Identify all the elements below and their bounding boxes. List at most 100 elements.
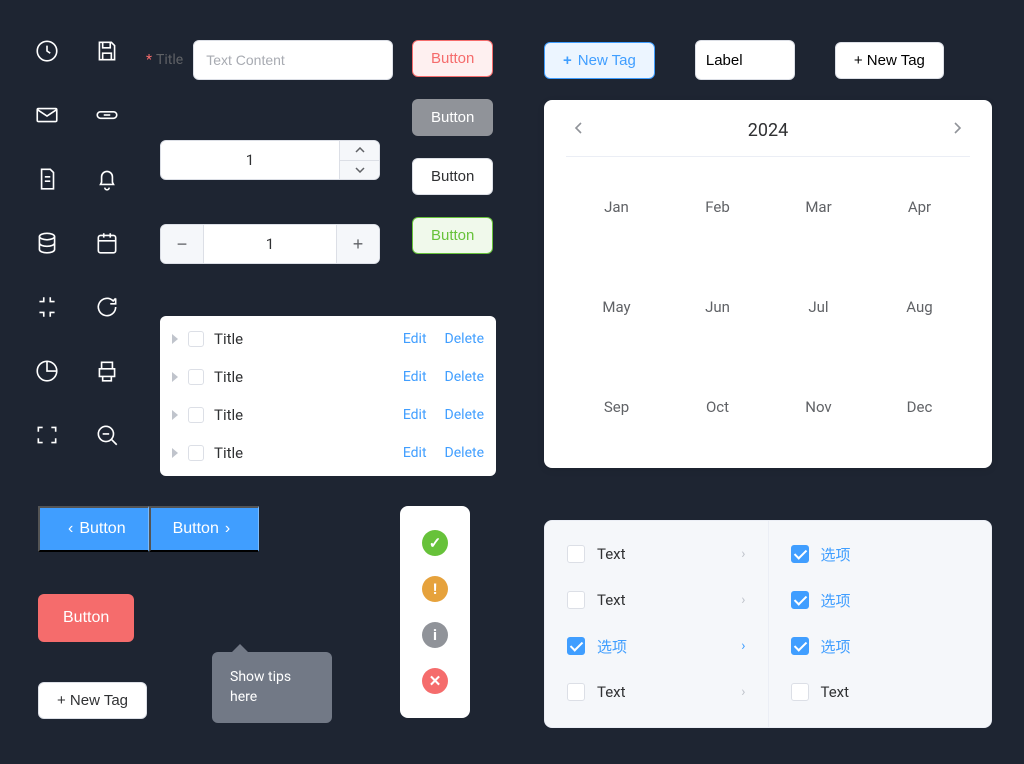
tree-edit-link[interactable]: Edit [403,331,427,347]
checkbox[interactable] [791,545,809,563]
tree-row[interactable]: Title Edit Delete [160,358,496,396]
save-icon [94,38,120,64]
chevron-right-icon: › [741,546,745,562]
tree-delete-link[interactable]: Delete [445,369,484,385]
checkbox[interactable] [567,637,585,655]
transfer-item[interactable]: 选项 [769,531,992,577]
button-info-solid[interactable]: Button [412,99,493,136]
tree-edit-link[interactable]: Edit [403,445,427,461]
number-input-side[interactable]: − 1 + [160,224,380,264]
transfer-item-label: Text [597,683,729,701]
tree-edit-link[interactable]: Edit [403,407,427,423]
checkbox[interactable] [188,407,204,423]
error-icon: ✕ [422,668,448,694]
label-input[interactable] [695,40,795,80]
transfer-item[interactable]: 选项› [545,623,768,669]
plus-icon: + [563,52,572,69]
button-next[interactable]: Button› [149,506,260,552]
month-cell[interactable]: Jan [566,157,667,257]
transfer-item-label: 选项 [821,544,970,565]
month-cell[interactable]: Feb [667,157,768,257]
pie-chart-icon [34,358,60,384]
new-tag-primary-button[interactable]: +New Tag [544,42,655,79]
transfer-item[interactable]: Text › [545,669,768,715]
month-cell[interactable]: Jun [667,257,768,357]
transfer-item-label: Text [597,591,729,609]
transfer-item[interactable]: Text [769,669,992,715]
month-cell[interactable]: Oct [667,357,768,457]
checkbox[interactable] [567,591,585,609]
tree-row-label: Title [214,330,393,348]
checkbox[interactable] [188,331,204,347]
number-input-stacked-value: 1 [161,141,339,179]
month-cell[interactable]: Apr [869,157,970,257]
tree-edit-link[interactable]: Edit [403,369,427,385]
tree-delete-link[interactable]: Delete [445,407,484,423]
clock-icon [34,38,60,64]
checkbox[interactable] [188,445,204,461]
number-minus-button[interactable]: − [161,225,203,263]
button-prev[interactable]: ‹Button [38,506,149,552]
transfer-item[interactable]: 选项 [769,577,992,623]
printer-icon [94,358,120,384]
button-plain[interactable]: Button [412,158,493,195]
number-decrease-button[interactable] [340,160,379,180]
transfer-item[interactable]: Text› [545,531,768,577]
tooltip: Show tips here [212,652,332,723]
checkbox[interactable] [791,591,809,609]
calendar-next-button[interactable] [944,118,970,142]
transfer-item-label: 选项 [821,636,970,657]
caret-right-icon[interactable] [172,372,178,382]
button-group: ‹Button Button› [38,506,259,552]
tree-row-label: Title [214,444,393,462]
month-cell[interactable]: Mar [768,157,869,257]
tree-delete-link[interactable]: Delete [445,445,484,461]
tree-delete-link[interactable]: Delete [445,331,484,347]
number-increase-button[interactable] [340,141,379,160]
number-plus-button[interactable]: + [337,225,379,263]
transfer-left-pane: Text› Text› 选项› Text› [545,521,768,727]
bell-icon [94,166,120,192]
button-success-outline[interactable]: Button [412,217,493,254]
status-icon-panel: ✓ ! i ✕ [400,506,470,718]
number-input-side-value: 1 [203,225,337,263]
checkbox[interactable] [791,683,809,701]
button-danger-solid[interactable]: Button [38,594,134,642]
checkbox[interactable] [567,545,585,563]
month-cell[interactable]: Dec [869,357,970,457]
new-tag-plain-button[interactable]: + New Tag [835,42,944,79]
caret-right-icon[interactable] [172,334,178,344]
transfer-item[interactable]: Text› [545,577,768,623]
tree-row[interactable]: Title Edit Delete [160,320,496,358]
checkbox[interactable] [791,637,809,655]
refresh-icon [94,294,120,320]
database-icon [34,230,60,256]
month-cell[interactable]: Jul [768,257,869,357]
chevron-right-icon: › [741,638,745,654]
transfer-item[interactable]: 选项 [769,623,992,669]
calendar-prev-button[interactable] [566,118,592,142]
new-tag-bottom-button[interactable]: + New Tag [38,682,147,719]
tree-row-label: Title [214,406,393,424]
transfer-item-label: Text [821,683,970,701]
tree-row[interactable]: Title Edit Delete [160,396,496,434]
checkbox[interactable] [188,369,204,385]
calendar-year-label: 2024 [748,120,788,141]
chevron-right-icon: › [741,684,745,700]
number-input-stacked[interactable]: 1 [160,140,380,180]
fullscreen-icon [34,422,60,448]
month-cell[interactable]: Nov [768,357,869,457]
text-content-input[interactable] [193,40,393,80]
tree-row[interactable]: Title Edit Delete [160,434,496,472]
tree-list: Title Edit Delete Title Edit Delete Titl… [160,316,496,476]
caret-right-icon[interactable] [172,410,178,420]
checkbox[interactable] [567,683,585,701]
collapse-icon [34,294,60,320]
month-cell[interactable]: Aug [869,257,970,357]
document-icon [34,166,60,192]
button-danger-outline[interactable]: Button [412,40,493,77]
month-cell[interactable]: May [566,257,667,357]
link-icon [94,102,120,128]
month-cell[interactable]: Sep [566,357,667,457]
caret-right-icon[interactable] [172,448,178,458]
